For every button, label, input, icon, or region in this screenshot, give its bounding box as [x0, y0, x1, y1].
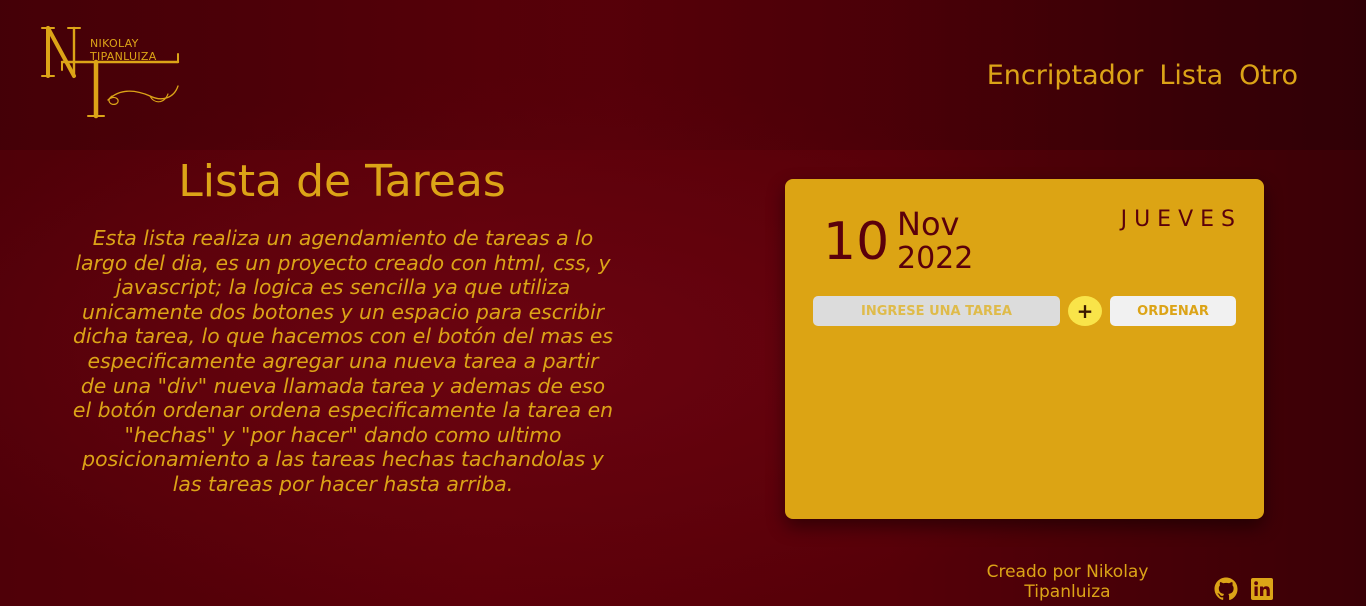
header: NIKOLAY TIPANLUIZA Encriptador Lista Otr…	[0, 0, 1366, 150]
github-link[interactable]	[1214, 577, 1238, 601]
date-year: 2022	[897, 241, 974, 276]
todo-card: 10 Nov 2022 JUEVES + ORDENAR	[785, 179, 1264, 519]
date-day: 10	[823, 212, 890, 272]
task-list	[813, 339, 1236, 499]
main-nav: Encriptador Lista Otro	[987, 58, 1298, 94]
github-icon	[1214, 577, 1238, 601]
logo-name-line1: NIKOLAY	[90, 37, 139, 50]
footer-credit: Creado por Nikolay Tipanluiza	[986, 562, 1149, 602]
nav-link-encriptador[interactable]: Encriptador	[987, 58, 1144, 94]
project-description: Esta lista realiza un agendamiento de ta…	[72, 226, 614, 496]
linkedin-icon	[1251, 578, 1273, 600]
page-title: Lista de Tareas	[178, 156, 506, 207]
linkedin-link[interactable]	[1250, 577, 1274, 601]
order-button[interactable]: ORDENAR	[1110, 296, 1236, 326]
date-month: Nov	[897, 205, 960, 243]
task-input[interactable]	[813, 296, 1060, 326]
logo-name-line2: TIPANLUIZA	[90, 50, 157, 63]
nav-link-otro[interactable]: Otro	[1239, 58, 1298, 94]
date-weekday: JUEVES	[1120, 207, 1242, 232]
nav-link-lista[interactable]: Lista	[1159, 58, 1223, 94]
logo[interactable]: NIKOLAY TIPANLUIZA	[40, 24, 182, 120]
add-task-button[interactable]: +	[1068, 296, 1102, 326]
